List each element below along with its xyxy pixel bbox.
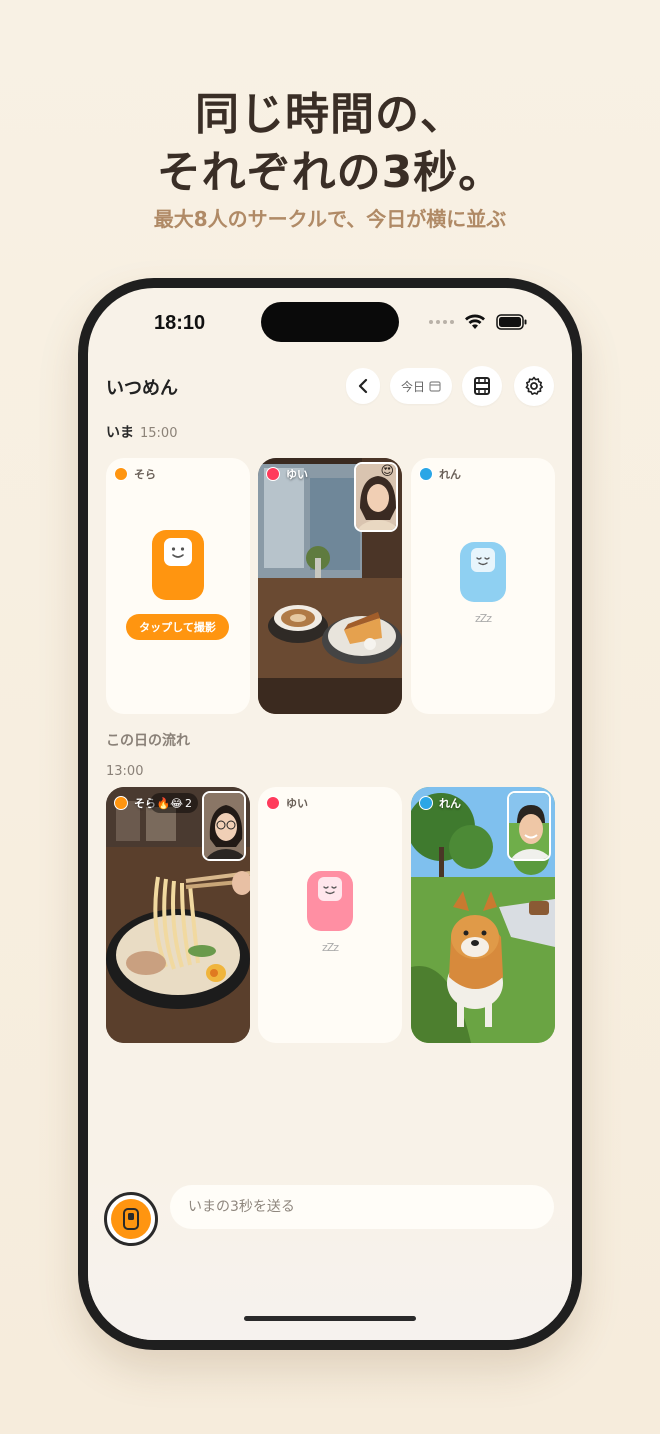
member-tag: ゆい bbox=[266, 795, 308, 811]
member-dot bbox=[419, 796, 433, 810]
member-tag: れん bbox=[419, 466, 461, 482]
subheadline: 最大8人のサークルで、今日が横に並ぶ bbox=[153, 207, 507, 231]
dynamic-island bbox=[261, 302, 399, 342]
card-flow-sora[interactable]: そら 🔥😂 2 bbox=[106, 787, 250, 1043]
circle-title: いつめん bbox=[106, 378, 178, 399]
member-dot bbox=[266, 796, 280, 810]
member-tag: れん bbox=[419, 795, 461, 811]
member-name: ゆい bbox=[286, 468, 308, 481]
member-dot bbox=[114, 796, 128, 810]
card-now-yui[interactable]: ゆい 😍 bbox=[258, 458, 402, 714]
member-name: れん bbox=[439, 797, 461, 810]
member-name: れん bbox=[439, 468, 461, 481]
app-screen: 18:10 いつめん 今日 いま 15:00 そら タップして撮影 ゆい 😍 れ… bbox=[88, 288, 572, 1340]
flow-section-heading: この日の流れ bbox=[106, 733, 190, 749]
signal-icon bbox=[429, 320, 454, 324]
card-now-sora[interactable]: そら タップして撮影 bbox=[106, 458, 250, 714]
sleep-zzz: zZz bbox=[474, 612, 492, 625]
wifi-icon bbox=[465, 314, 485, 329]
camera-device-icon bbox=[123, 1208, 139, 1230]
reaction-emojis: 🔥😂 bbox=[156, 796, 183, 810]
calendar-icon bbox=[429, 381, 441, 392]
capture-button[interactable] bbox=[104, 1192, 158, 1246]
back-icon bbox=[358, 378, 368, 394]
headline-line-1: 同じ時間の、 bbox=[195, 89, 465, 140]
now-label: いま bbox=[106, 425, 134, 441]
sleep-zzz: zZz bbox=[321, 941, 339, 954]
member-tag: そら bbox=[114, 466, 156, 482]
headline-line-2: それぞれの3秒。 bbox=[156, 147, 504, 198]
now-section-heading: いま 15:00 bbox=[106, 422, 177, 442]
status-time: 18:10 bbox=[154, 312, 206, 334]
member-dot bbox=[419, 467, 433, 481]
home-indicator[interactable] bbox=[244, 1316, 416, 1321]
member-dot bbox=[266, 467, 280, 481]
settings-button[interactable] bbox=[514, 366, 554, 406]
member-dot bbox=[114, 467, 128, 481]
sleeping-mascot-icon bbox=[307, 871, 353, 931]
member-name: そら bbox=[134, 468, 156, 481]
phone-frame: 18:10 いつめん 今日 いま 15:00 そら タップして撮影 ゆい 😍 れ… bbox=[78, 278, 582, 1350]
gear-icon bbox=[525, 376, 543, 395]
selfie-inset bbox=[507, 791, 551, 861]
mascot-icon bbox=[152, 530, 204, 600]
message-input[interactable] bbox=[170, 1185, 554, 1229]
reaction-badge[interactable]: 🔥😂 2 bbox=[150, 793, 198, 813]
film-button[interactable] bbox=[462, 366, 502, 406]
emoji-reaction: 😍 bbox=[380, 464, 394, 479]
today-date-button[interactable]: 今日 bbox=[390, 368, 452, 404]
reaction-count: 2 bbox=[185, 796, 192, 810]
card-flow-yui[interactable]: ゆい zZz bbox=[258, 787, 402, 1043]
tap-to-capture-button[interactable]: タップして撮影 bbox=[126, 614, 229, 640]
card-flow-ren[interactable]: れん bbox=[411, 787, 555, 1043]
selfie-inset bbox=[202, 791, 246, 861]
sleeping-mascot-icon bbox=[460, 542, 506, 602]
status-icons bbox=[429, 314, 528, 330]
back-button[interactable] bbox=[346, 368, 380, 404]
now-time: 15:00 bbox=[140, 426, 178, 441]
card-now-ren[interactable]: れん zZz bbox=[411, 458, 555, 714]
today-label: 今日 bbox=[400, 379, 425, 394]
battery-icon bbox=[496, 314, 527, 330]
flow-time-heading: 13:00 bbox=[106, 764, 144, 779]
member-tag: ゆい bbox=[266, 466, 308, 482]
member-name: ゆい bbox=[286, 797, 308, 810]
film-icon bbox=[474, 377, 490, 395]
capture-button-inner bbox=[111, 1199, 151, 1239]
